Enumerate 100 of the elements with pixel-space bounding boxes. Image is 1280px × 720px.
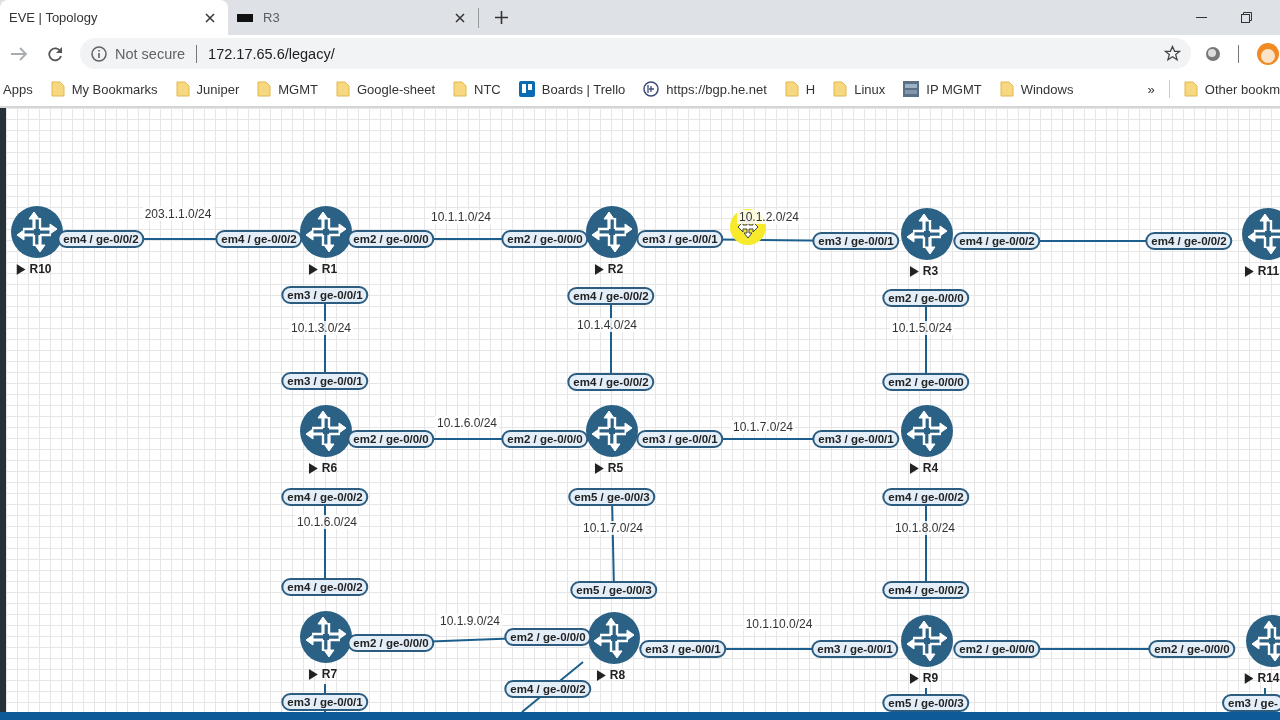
browser-tab[interactable]: EVE | Topology bbox=[0, 0, 228, 35]
port-label: em2 / ge-0/0/0 bbox=[953, 640, 1041, 658]
browser-tab[interactable]: R3 bbox=[228, 0, 478, 35]
bookmark[interactable]: Windows bbox=[999, 81, 1074, 97]
board-icon bbox=[518, 81, 535, 97]
port-label: em4 / ge-0/0/2 bbox=[57, 230, 145, 248]
port-label: em4 / ge-0/0/2 bbox=[953, 232, 1041, 250]
router-icon[interactable] bbox=[11, 206, 63, 258]
port-label: em5 / ge-0/0/3 bbox=[570, 581, 658, 599]
router-icon[interactable] bbox=[300, 611, 352, 663]
router-icon[interactable] bbox=[588, 612, 640, 664]
play-icon[interactable] bbox=[308, 462, 318, 474]
node-label: R10 bbox=[29, 262, 52, 276]
router-icon[interactable] bbox=[901, 615, 953, 667]
bookmark[interactable]: My Bookmarks bbox=[50, 81, 158, 97]
port-label: em2 / ge-0/0/0 bbox=[347, 430, 435, 448]
bookmark[interactable]: Juniper bbox=[175, 81, 240, 97]
bookmark[interactable]: NTC bbox=[453, 81, 501, 97]
router-icon[interactable] bbox=[901, 208, 953, 260]
bookmark[interactable]: MGMT bbox=[257, 81, 318, 97]
port-label: em2 / ge-0/0/0 bbox=[347, 634, 435, 652]
node-label: R3 bbox=[922, 264, 939, 278]
play-icon[interactable] bbox=[1244, 265, 1254, 277]
port-label: em2 / ge-0/0/0 bbox=[501, 430, 589, 448]
minimize-icon[interactable] bbox=[1196, 16, 1207, 19]
port-label: em4 / ge-0/0/2 bbox=[567, 373, 655, 391]
node-label: R8 bbox=[609, 668, 626, 682]
info-icon[interactable] bbox=[90, 45, 107, 62]
folder-icon bbox=[1183, 81, 1198, 97]
extension-icon[interactable] bbox=[1205, 45, 1221, 62]
play-icon[interactable] bbox=[909, 672, 919, 684]
bookmarks-overflow[interactable]: » bbox=[1147, 81, 1155, 97]
folder-icon bbox=[50, 81, 65, 97]
folder-icon bbox=[257, 81, 272, 97]
port-label: em3 / ge-0/0/1 bbox=[281, 372, 369, 390]
close-icon[interactable] bbox=[205, 12, 215, 23]
router-icon[interactable] bbox=[300, 206, 352, 258]
play-icon[interactable] bbox=[909, 265, 919, 277]
reload-icon[interactable] bbox=[47, 45, 63, 62]
port-label: em2 / ge-0/0/0 bbox=[347, 230, 435, 248]
node-label: R11 bbox=[1257, 264, 1280, 278]
bookmark[interactable]: Google-sheet bbox=[335, 81, 436, 97]
restore-icon[interactable] bbox=[1241, 12, 1252, 23]
address-bar[interactable]: Not secure 172.17.65.6/legacy/ bbox=[79, 38, 1191, 69]
play-icon[interactable] bbox=[594, 462, 604, 474]
new-tab-icon[interactable] bbox=[495, 11, 508, 24]
subnet-label: 10.1.9.0/24 bbox=[437, 614, 503, 628]
play-icon[interactable] bbox=[909, 462, 919, 474]
node-label: R7 bbox=[321, 667, 338, 681]
node-label: R4 bbox=[922, 461, 939, 475]
subnet-label: 10.1.10.0/24 bbox=[743, 617, 815, 631]
bookmark[interactable]: Apps bbox=[3, 81, 33, 97]
node-label: R1 bbox=[321, 262, 338, 276]
bookmark[interactable]: Linux bbox=[833, 81, 886, 97]
play-icon[interactable] bbox=[1244, 672, 1254, 684]
port-label: em3 / ge-0/0/1 bbox=[636, 430, 724, 448]
router-icon[interactable] bbox=[586, 206, 638, 258]
port-label: em3 / ge-0/0/1 bbox=[811, 640, 899, 658]
port-label: em4 / ge-0/0/2 bbox=[504, 680, 592, 698]
play-icon[interactable] bbox=[308, 263, 318, 275]
router-icon[interactable] bbox=[1242, 208, 1280, 260]
bookmark[interactable]: Other bookm bbox=[1183, 81, 1280, 97]
subnet-label: 10.1.2.0/24 bbox=[736, 210, 802, 224]
port-label: em4 / ge-0/0/2 bbox=[1145, 232, 1233, 250]
subnet-label: 10.1.7.0/24 bbox=[730, 420, 796, 434]
play-icon[interactable] bbox=[596, 669, 606, 681]
subnet-label: 10.1.7.0/24 bbox=[580, 521, 646, 535]
folder-icon bbox=[999, 81, 1014, 97]
subnet-label: 10.1.6.0/24 bbox=[294, 515, 360, 529]
bookmark[interactable]: H bbox=[784, 81, 816, 97]
port-label: em3 / ge-0/0/1 bbox=[812, 430, 900, 448]
close-icon[interactable] bbox=[455, 12, 465, 23]
port-label: em3 / ge-0/0/1 bbox=[636, 230, 724, 248]
bookmark[interactable]: IP MGMT bbox=[903, 81, 982, 97]
node-label: R2 bbox=[607, 262, 624, 276]
node-label: R9 bbox=[922, 671, 939, 685]
port-label: em4 / ge-0/0/2 bbox=[882, 488, 970, 506]
subnet-label: 10.1.1.0/24 bbox=[428, 210, 494, 224]
play-icon[interactable] bbox=[594, 263, 604, 275]
node-label: R6 bbox=[321, 461, 338, 475]
bookmark[interactable]: https://bgp.he.net bbox=[643, 81, 767, 97]
router-icon[interactable] bbox=[901, 405, 953, 457]
security-label: Not secure bbox=[114, 45, 186, 62]
port-label: em4 / ge-0/0/2 bbox=[281, 578, 369, 596]
bookmark[interactable]: Boards | Trello bbox=[518, 81, 626, 97]
globe-icon bbox=[643, 81, 660, 97]
subnet-label: 10.1.6.0/24 bbox=[434, 416, 500, 430]
folder-icon bbox=[453, 81, 468, 97]
router-icon[interactable] bbox=[300, 405, 352, 457]
port-label: em2 / ge-0/0/0 bbox=[1148, 640, 1236, 658]
play-icon[interactable] bbox=[16, 263, 26, 275]
folder-icon bbox=[335, 81, 350, 97]
star-icon[interactable] bbox=[1164, 45, 1181, 62]
subnet-label: 10.1.3.0/24 bbox=[288, 321, 354, 335]
router-icon[interactable] bbox=[586, 405, 638, 457]
play-icon[interactable] bbox=[308, 668, 318, 680]
port-label: em2 / ge-0/0/0 bbox=[882, 373, 970, 391]
port-label: em2 / ge-0/0/0 bbox=[501, 230, 589, 248]
port-label: em4 / ge-0/0/2 bbox=[567, 287, 655, 305]
folder-icon bbox=[833, 81, 848, 97]
